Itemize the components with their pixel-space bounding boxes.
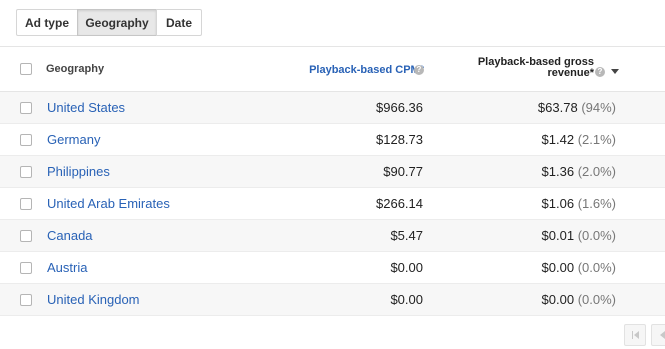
- cpm-value: $5.47: [390, 228, 423, 243]
- revenue-share: (0.0%): [577, 228, 616, 243]
- sort-descending-icon[interactable]: [611, 69, 619, 74]
- revenue-help-icon[interactable]: ?: [595, 67, 605, 77]
- geography-link[interactable]: United States: [47, 100, 125, 115]
- row-checkbox[interactable]: [20, 198, 32, 210]
- geography-link[interactable]: Germany: [47, 132, 100, 147]
- revenue-share: (1.6%): [577, 196, 616, 211]
- row-checkbox[interactable]: [20, 166, 32, 178]
- revenue-share: (0.0%): [577, 292, 616, 307]
- table-row: Germany $128.73 $1.42 (2.1%): [0, 124, 665, 156]
- table-header: Geography Playback-based CPM* ? Playback…: [0, 47, 665, 92]
- cpm-help-icon[interactable]: ?: [414, 65, 424, 75]
- revenue-share: (2.1%): [577, 132, 616, 147]
- row-checkbox[interactable]: [20, 262, 32, 274]
- table-row: Canada $5.47 $0.01 (0.0%): [0, 220, 665, 252]
- column-header-revenue[interactable]: Playback-based gross revenue*: [478, 57, 594, 79]
- revenue-value: $1.42 (2.1%): [542, 132, 616, 147]
- revenue-value: $0.01 (0.0%): [542, 228, 616, 243]
- revenue-amount: $63.78: [537, 100, 578, 115]
- revenue-amount: $1.42: [541, 132, 575, 147]
- tab-date[interactable]: Date: [156, 9, 202, 36]
- row-checkbox[interactable]: [20, 102, 32, 114]
- cpm-value: $966.36: [376, 100, 423, 115]
- cpm-value: $266.14: [376, 196, 423, 211]
- revenue-share: (2.0%): [577, 164, 616, 179]
- revenue-value: $1.36 (2.0%): [542, 164, 616, 179]
- dimension-tabs: Ad type Geography Date: [16, 9, 202, 36]
- revenue-amount: $0.00: [541, 260, 575, 275]
- table-row: United Kingdom $0.00 $0.00 (0.0%): [0, 284, 665, 316]
- revenue-share: (94%): [581, 100, 616, 115]
- row-checkbox[interactable]: [20, 230, 32, 242]
- geography-link[interactable]: Austria: [47, 260, 87, 275]
- geography-link[interactable]: United Kingdom: [47, 292, 140, 307]
- tab-ad-type[interactable]: Ad type: [16, 9, 78, 36]
- revenue-amount: $1.36: [541, 164, 575, 179]
- revenue-amount: $1.06: [541, 196, 575, 211]
- geography-link[interactable]: United Arab Emirates: [47, 196, 170, 211]
- revenue-amount: $0.01: [541, 228, 575, 243]
- cpm-value: $90.77: [383, 164, 423, 179]
- cpm-value: $0.00: [390, 260, 423, 275]
- cpm-value: $0.00: [390, 292, 423, 307]
- revenue-share: (0.0%): [577, 260, 616, 275]
- table-row: Philippines $90.77 $1.36 (2.0%): [0, 156, 665, 188]
- revenue-header-line2: revenue*: [547, 67, 594, 79]
- revenue-amount: $0.00: [541, 292, 575, 307]
- table-row: United Arab Emirates $266.14 $1.06 (1.6%…: [0, 188, 665, 220]
- table-row: United States $966.36 $63.78 (94%): [0, 92, 665, 124]
- tab-geography[interactable]: Geography: [77, 9, 157, 36]
- row-checkbox[interactable]: [20, 134, 32, 146]
- first-page-button[interactable]: [624, 324, 646, 346]
- select-all-checkbox[interactable]: [20, 63, 32, 75]
- column-header-geography[interactable]: Geography: [46, 63, 104, 75]
- geography-link[interactable]: Philippines: [47, 164, 110, 179]
- cpm-value: $128.73: [376, 132, 423, 147]
- column-header-cpm[interactable]: Playback-based CPM*: [309, 64, 424, 76]
- geography-link[interactable]: Canada: [47, 228, 93, 243]
- revenue-value: $63.78 (94%): [538, 100, 616, 115]
- row-checkbox[interactable]: [20, 294, 32, 306]
- geography-report-table: Geography Playback-based CPM* ? Playback…: [0, 46, 665, 316]
- revenue-value: $1.06 (1.6%): [542, 196, 616, 211]
- previous-page-button[interactable]: [651, 324, 665, 346]
- table-row: Austria $0.00 $0.00 (0.0%): [0, 252, 665, 284]
- revenue-value: $0.00 (0.0%): [542, 260, 616, 275]
- revenue-value: $0.00 (0.0%): [542, 292, 616, 307]
